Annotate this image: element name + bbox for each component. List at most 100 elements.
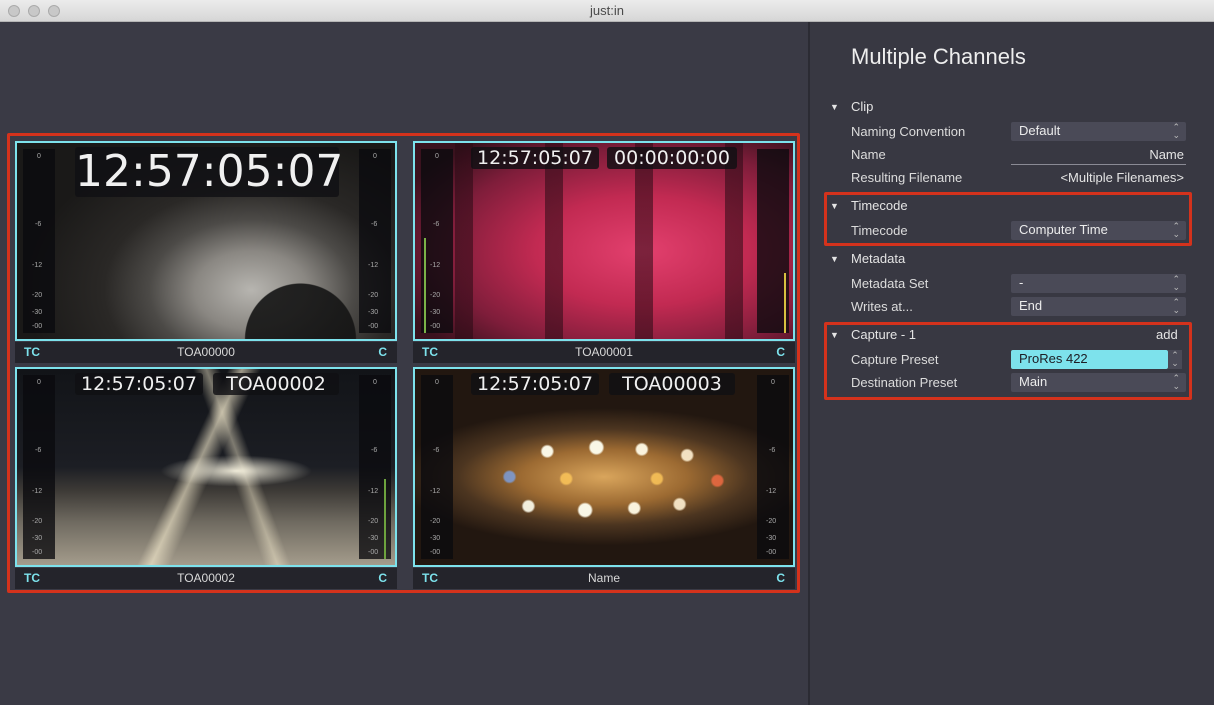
clip-section-heading[interactable]: Clip	[851, 99, 873, 114]
timecode-disclosure-triangle[interactable]: ▼	[830, 201, 839, 211]
meter-tick: -00	[430, 323, 441, 330]
updown-chevron-icon: ⌃ ⌄	[1172, 373, 1180, 391]
timecode-value: Computer Time	[1019, 222, 1108, 237]
writes-at-select[interactable]: End ⌃ ⌄	[1011, 297, 1186, 316]
audio-meter-right: 0 -6 -12 -20 -30 -00	[359, 149, 391, 333]
meter-tick: -12	[368, 262, 379, 269]
settings-panel: Multiple Channels ▼ Clip Naming Conventi…	[808, 22, 1214, 705]
meter-tick: -30	[766, 535, 777, 542]
naming-convention-value: Default	[1019, 123, 1061, 138]
destination-preset-label: Destination Preset	[851, 375, 958, 390]
window-title: just:in	[590, 3, 624, 18]
metadata-set-label: Metadata Set	[851, 276, 929, 291]
name-input-underline	[1011, 164, 1186, 165]
channel-preview-4[interactable]: 0 -6 -12 -20 -30 -00 0 -6 -12 -20 -30 -0…	[413, 367, 795, 567]
timecode-select[interactable]: Computer Time ⌃ ⌄	[1011, 221, 1186, 240]
metadata-set-select[interactable]: - ⌃ ⌄	[1011, 274, 1186, 293]
naming-convention-label: Naming Convention	[851, 124, 966, 139]
meter-tick: 0	[37, 379, 41, 386]
updown-chevron-icon: ⌃ ⌄	[1172, 221, 1180, 239]
updown-chevron-icon: ⌃ ⌄	[1172, 122, 1180, 140]
clip-name-overlay: TOA00003	[609, 373, 735, 395]
timecode-label: Timecode	[851, 223, 908, 238]
channel-tile-4[interactable]: 0 -6 -12 -20 -30 -00 0 -6 -12 -20 -30 -0…	[413, 367, 795, 591]
clip-disclosure-triangle[interactable]: ▼	[830, 102, 839, 112]
meter-tick: -12	[32, 262, 43, 269]
meter-tick: -00	[430, 549, 441, 556]
timecode-overlay: 12:57:05:07	[471, 147, 599, 169]
channel-preview-3[interactable]: 0 -6 -12 -20 -30 -00 0 -6 -12 -20 -30 -0…	[15, 367, 397, 567]
c-label: C	[378, 345, 387, 359]
meter-tick: 0	[435, 379, 439, 386]
channel-preview-2[interactable]: 0 -6 -12 -20 -30 -00 12:57:05:07 00:00:0…	[413, 141, 795, 341]
channel-name: TOA00000	[177, 345, 235, 359]
channel-preview-1[interactable]: 0 -6 -12 -20 -30 -00 0 -6 -12 -20 -30 -0…	[15, 141, 397, 341]
meter-tick: -6	[433, 447, 440, 454]
meter-tick: -00	[368, 323, 379, 330]
meter-level	[424, 238, 426, 333]
clip-name-overlay: TOA00002	[213, 373, 339, 395]
meter-tick: -12	[766, 488, 777, 495]
capture-preset-label: Capture Preset	[851, 352, 939, 367]
audio-meter-right: 0 -6 -12 -20 -30 -00	[359, 375, 391, 559]
channel-grid-area: 0 -6 -12 -20 -30 -00 0 -6 -12 -20 -30 -0…	[0, 22, 808, 705]
meter-tick: 0	[435, 153, 439, 160]
meter-tick: -12	[32, 488, 43, 495]
capture-preset-select[interactable]: ProRes 422 ⌃ ⌄	[1011, 350, 1182, 369]
timecode-section-heading[interactable]: Timecode	[851, 198, 908, 213]
channel-tile-3[interactable]: 0 -6 -12 -20 -30 -00 0 -6 -12 -20 -30 -0…	[15, 367, 397, 591]
channel-name: Name	[587, 571, 620, 585]
channel-status-bar: TC TOA00002 C	[15, 568, 397, 589]
name-input[interactable]: Name	[1149, 147, 1184, 162]
c-label: C	[378, 571, 387, 585]
meter-tick: -20	[32, 518, 43, 525]
meter-tick: -6	[35, 447, 42, 454]
window-titlebar: just:in	[0, 0, 1214, 22]
meter-tick: -00	[32, 323, 43, 330]
naming-convention-select[interactable]: Default ⌃ ⌄	[1011, 122, 1186, 141]
updown-chevron-icon: ⌃ ⌄	[1172, 297, 1180, 315]
meter-tick: -00	[368, 549, 379, 556]
name-label: Name	[851, 147, 886, 162]
panel-title: Multiple Channels	[851, 44, 1026, 69]
channel-name: TOA00001	[575, 345, 633, 359]
updown-chevron-icon: ⌃ ⌄	[1168, 350, 1182, 369]
c-label: C	[776, 345, 785, 359]
meter-tick: -20	[32, 292, 43, 299]
meter-tick: -20	[430, 292, 441, 299]
metadata-disclosure-triangle[interactable]: ▼	[830, 254, 839, 264]
channel-tile-1[interactable]: 0 -6 -12 -20 -30 -00 0 -6 -12 -20 -30 -0…	[15, 141, 397, 365]
audio-meter-left: 0 -6 -12 -20 -30 -00	[421, 149, 453, 333]
bokeh-lights	[415, 369, 793, 565]
channel-name: TOA00002	[177, 571, 235, 585]
channel-tile-2[interactable]: 0 -6 -12 -20 -30 -00 12:57:05:07 00:00:0…	[413, 141, 795, 365]
meter-tick: -20	[368, 292, 379, 299]
timecode-overlay: 12:57:05:07	[75, 373, 203, 395]
add-capture-button[interactable]: add	[1156, 327, 1178, 342]
writes-at-value: End	[1019, 298, 1043, 313]
capture-section-heading[interactable]: Capture - 1	[851, 327, 916, 342]
meter-tick: -30	[32, 535, 43, 542]
audio-meter-left: 0 -6 -12 -20 -30 -00	[23, 149, 55, 333]
meter-level	[384, 479, 386, 559]
headlight-streaks	[17, 369, 395, 565]
metadata-section-heading[interactable]: Metadata	[851, 251, 905, 266]
meter-tick: -20	[430, 518, 441, 525]
resulting-filename-label: Resulting Filename	[851, 170, 963, 185]
meter-tick: -6	[371, 221, 378, 228]
meter-tick: -30	[430, 309, 441, 316]
audio-meter-left: 0 -6 -12 -20 -30 -00	[421, 375, 453, 559]
meter-tick: -30	[368, 309, 379, 316]
channel-status-bar: TC Name C	[413, 568, 795, 589]
meter-tick: 0	[771, 379, 775, 386]
meter-tick: -30	[430, 535, 441, 542]
meter-tick: -00	[766, 549, 777, 556]
meter-tick: -00	[32, 549, 43, 556]
updown-chevron-icon: ⌃ ⌄	[1172, 274, 1180, 292]
timecode-overlay: 12:57:05:07	[471, 373, 599, 395]
destination-preset-select[interactable]: Main ⌃ ⌄	[1011, 373, 1186, 392]
capture-disclosure-triangle[interactable]: ▼	[830, 330, 839, 340]
meter-tick: -6	[433, 221, 440, 228]
meter-tick: -6	[35, 221, 42, 228]
meter-tick: 0	[373, 379, 377, 386]
